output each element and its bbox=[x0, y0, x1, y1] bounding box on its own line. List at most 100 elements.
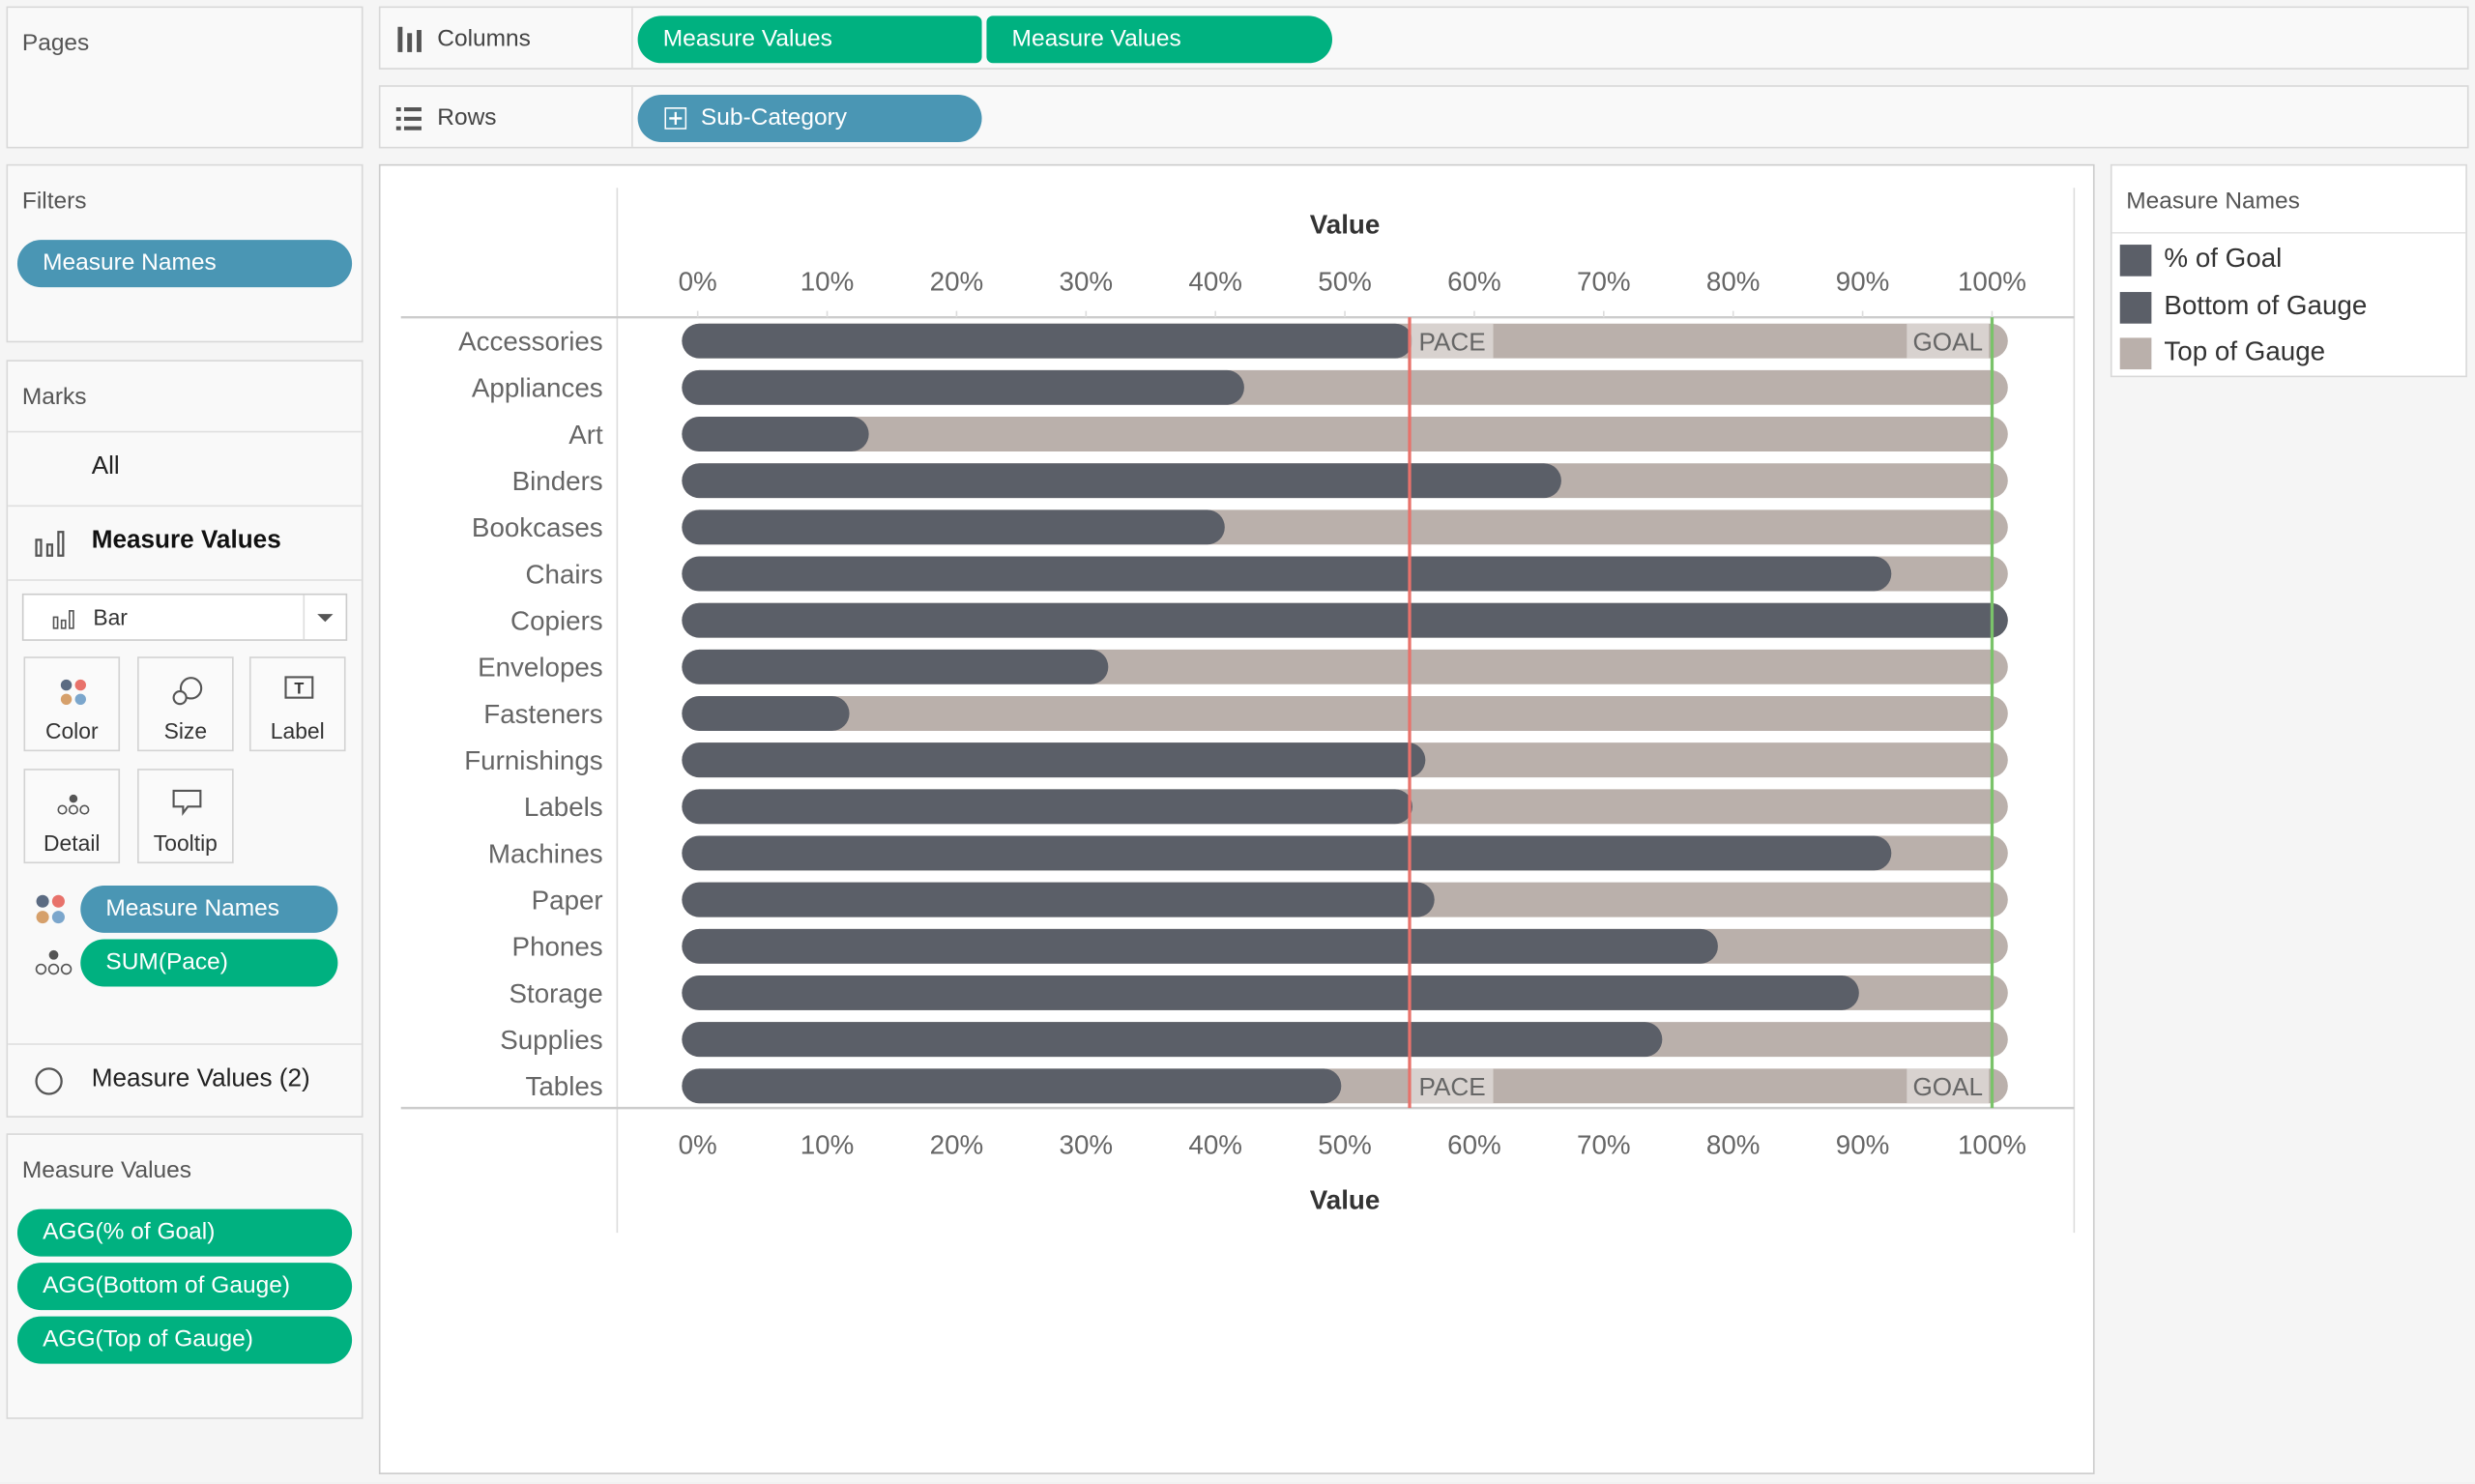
filter-pill-measure-names[interactable]: Measure Names bbox=[16, 240, 353, 288]
marks-card-label: Measure Values bbox=[91, 527, 281, 555]
color-label: Color bbox=[44, 717, 99, 744]
columns-pill-measure-values[interactable]: Measure Values bbox=[986, 15, 1332, 64]
bar-pct-of-goal bbox=[682, 509, 1225, 545]
x-tick-label-bottom: 70% bbox=[1577, 1130, 1631, 1160]
x-axis-title-top: Value bbox=[1310, 210, 1381, 240]
bar-pct-of-goal bbox=[682, 696, 850, 731]
size-button[interactable]: Size bbox=[137, 656, 234, 752]
marks-pill-sum-pace[interactable]: SUM(Pace) bbox=[80, 939, 338, 987]
reference-label: PACE bbox=[1418, 1072, 1485, 1101]
bar-pct-of-goal bbox=[682, 602, 2008, 638]
measure-value-pill[interactable]: AGG(Top of Gauge) bbox=[16, 1316, 353, 1364]
x-tick-label-top: 70% bbox=[1577, 266, 1631, 296]
x-tick-label-bottom: 80% bbox=[1706, 1130, 1761, 1160]
x-tick-label-bottom: 30% bbox=[1060, 1130, 1114, 1160]
detail-icon bbox=[35, 949, 73, 975]
bar-pct-of-goal bbox=[682, 369, 1244, 405]
bar-pct-of-goal bbox=[682, 835, 1892, 871]
bar-top-of-gauge bbox=[682, 696, 2008, 731]
detail-icon bbox=[57, 794, 90, 815]
bar-pct-of-goal bbox=[682, 463, 1561, 499]
legend-divider bbox=[2111, 232, 2466, 234]
chevron-down-icon[interactable] bbox=[303, 595, 345, 640]
pages-title: Pages bbox=[21, 30, 90, 57]
category-label: Copiers bbox=[510, 605, 603, 635]
rows-pill-label: Sub-Category bbox=[700, 103, 848, 131]
text-label-icon: T bbox=[284, 676, 314, 699]
bar-pct-of-goal bbox=[682, 649, 1109, 684]
category-label: Chairs bbox=[525, 559, 602, 589]
color-button[interactable]: Color bbox=[23, 656, 121, 752]
x-tick-label-bottom: 60% bbox=[1447, 1130, 1501, 1160]
x-tick-label-bottom: 40% bbox=[1188, 1130, 1242, 1160]
bar-chart: Value Value 0% 0% 10% 10% 20% 20% 30% 30% 40% 40% 50… bbox=[400, 188, 2076, 1234]
rows-pill-sub-category[interactable]: Sub-Category bbox=[637, 94, 982, 142]
x-tick-label-bottom: 50% bbox=[1318, 1130, 1372, 1160]
x-tick-label-top: 20% bbox=[930, 266, 984, 296]
marks-pill-measure-names[interactable]: Measure Names bbox=[80, 885, 338, 933]
size-label: Size bbox=[163, 717, 208, 744]
expand-plus-icon[interactable] bbox=[664, 107, 687, 130]
columns-pill-measure-values[interactable]: Measure Values bbox=[637, 15, 982, 64]
category-label: Tables bbox=[525, 1071, 602, 1101]
marks-measure-values-2-tab[interactable]: Measure Values (2) bbox=[8, 1043, 362, 1118]
category-label: Phones bbox=[512, 932, 603, 962]
rows-shelf[interactable]: Rows Sub-Category bbox=[378, 85, 2469, 149]
bar-pct-of-goal bbox=[682, 323, 1412, 359]
columns-label: Columns bbox=[437, 25, 531, 52]
rows-label: Rows bbox=[437, 103, 497, 131]
mark-type-value: Bar bbox=[93, 604, 128, 630]
legend-item-bottom-of-gauge[interactable]: Bottom of Gauge bbox=[2119, 290, 2368, 323]
tooltip-icon bbox=[172, 789, 202, 817]
measure-value-pill[interactable]: AGG(% of Goal) bbox=[16, 1208, 353, 1257]
legend-label: Bottom of Gauge bbox=[2164, 290, 2368, 321]
columns-shelf[interactable]: Columns Measure Values Measure Values bbox=[378, 6, 2469, 70]
legend-swatch bbox=[2119, 291, 2152, 323]
size-icon bbox=[172, 677, 203, 706]
legend-label: % of Goal bbox=[2164, 243, 2283, 274]
legend-swatch bbox=[2119, 336, 2152, 369]
color-legend: Measure Names % of Goal Bottom of Gauge … bbox=[2110, 163, 2467, 378]
x-tick-label-top: 0% bbox=[679, 266, 717, 296]
filters-shelf[interactable]: Filters Measure Names bbox=[6, 163, 364, 343]
circle-icon bbox=[35, 1067, 63, 1095]
measure-value-pill[interactable]: AGG(Bottom of Gauge) bbox=[16, 1263, 353, 1311]
chart-view: Value Value 0% 0% 10% 10% 20% 20% 30% 30% 40% 40% 50… bbox=[378, 163, 2095, 1474]
category-label: Machines bbox=[488, 838, 603, 868]
marks-all-tab[interactable]: All bbox=[8, 430, 362, 506]
measure-values-shelf[interactable]: Measure Values AGG(% of Goal) AGG(Bottom… bbox=[6, 1133, 364, 1419]
bar-chart-icon bbox=[52, 610, 74, 629]
x-tick-label-bottom: 10% bbox=[801, 1130, 855, 1160]
category-label: Furnishings bbox=[464, 745, 602, 775]
legend-item-top-of-gauge[interactable]: Top of Gauge bbox=[2119, 335, 2326, 369]
reference-label: GOAL bbox=[1912, 327, 1983, 356]
detail-label: Detail bbox=[44, 829, 101, 856]
shelf-divider bbox=[631, 86, 633, 147]
x-tick-label-top: 100% bbox=[1958, 266, 2026, 296]
marks-secondary-label: Measure Values (2) bbox=[91, 1065, 310, 1092]
x-axis-title-bottom: Value bbox=[1310, 1185, 1381, 1215]
mark-type-dropdown[interactable]: Bar bbox=[21, 593, 348, 641]
detail-button[interactable]: Detail bbox=[23, 769, 121, 864]
legend-item-pct-of-goal[interactable]: % of Goal bbox=[2119, 243, 2283, 276]
category-label: Storage bbox=[509, 978, 602, 1008]
tooltip-button[interactable]: Tooltip bbox=[137, 769, 234, 864]
bar-pct-of-goal bbox=[682, 556, 1892, 592]
x-tick-label-top: 80% bbox=[1706, 266, 1761, 296]
label-button[interactable]: T Label bbox=[248, 656, 346, 752]
x-tick-label-bottom: 0% bbox=[679, 1130, 717, 1160]
bar-pct-of-goal bbox=[682, 882, 1435, 917]
x-tick-label-bottom: 100% bbox=[1958, 1130, 2026, 1160]
bar-pct-of-goal bbox=[682, 417, 869, 451]
x-tick-label-top: 10% bbox=[801, 266, 855, 296]
svg-text:T: T bbox=[294, 681, 304, 698]
category-label: Binders bbox=[512, 466, 603, 496]
color-icon bbox=[36, 894, 65, 924]
marks-title: Marks bbox=[21, 383, 87, 411]
x-tick-label-bottom: 90% bbox=[1836, 1130, 1890, 1160]
pages-shelf[interactable]: Pages bbox=[6, 6, 364, 149]
filters-title: Filters bbox=[21, 188, 87, 216]
legend-label: Top of Gauge bbox=[2164, 335, 2326, 366]
marks-measure-values-tab[interactable]: Measure Values bbox=[8, 505, 362, 581]
category-label: Supplies bbox=[500, 1025, 602, 1055]
